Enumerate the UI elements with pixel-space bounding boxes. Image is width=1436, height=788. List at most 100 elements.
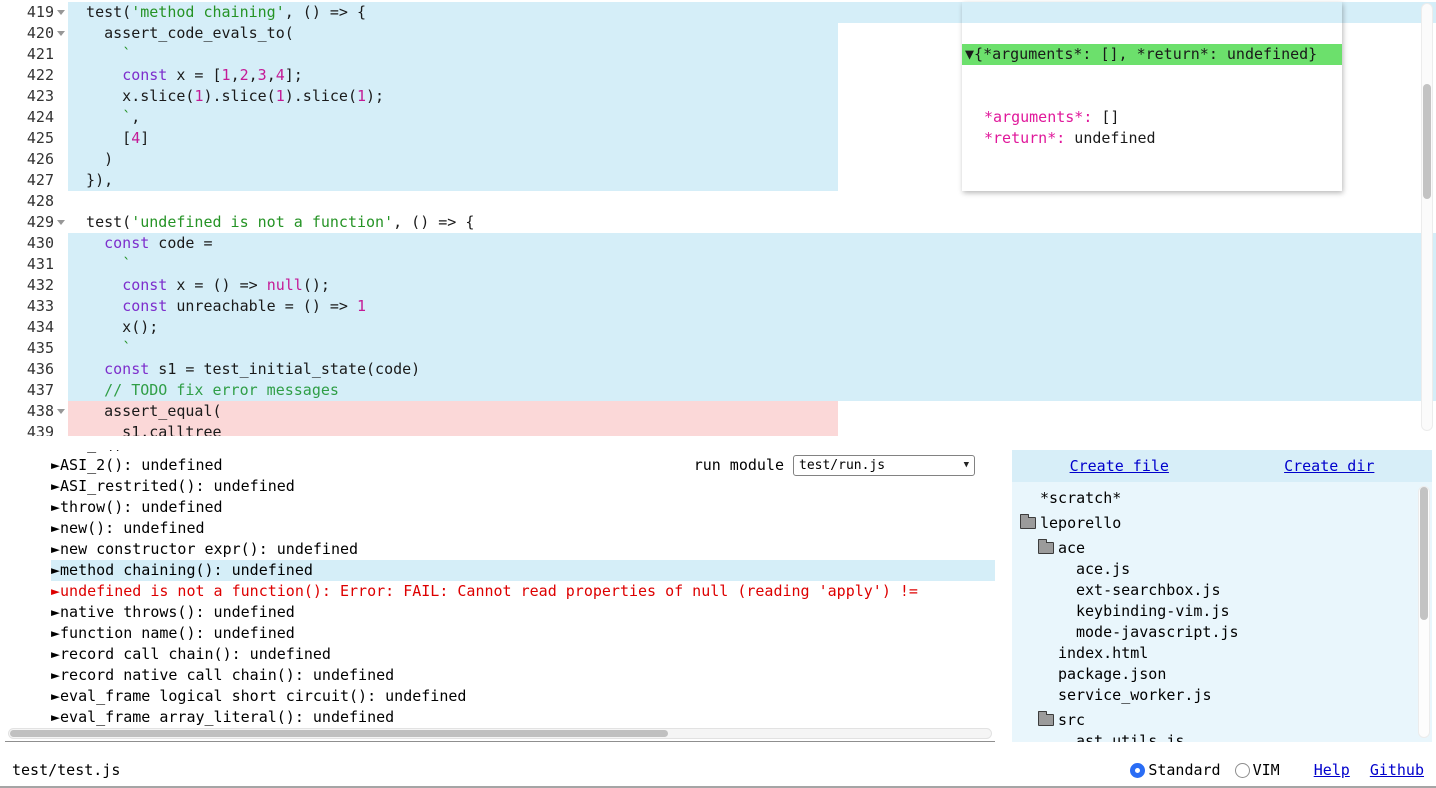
line-gutter[interactable]: 438 (0, 401, 68, 422)
code-text[interactable]: s1.calltree (68, 422, 1436, 436)
line-gutter[interactable]: 435 (0, 338, 68, 359)
console-row[interactable]: ►eval_frame logical short circuit(): und… (51, 686, 995, 707)
file-item[interactable]: index.html (1012, 643, 1432, 664)
help-link[interactable]: Help (1314, 761, 1350, 779)
editor-scrollbar-thumb[interactable] (1423, 84, 1431, 199)
expand-arrow-icon[interactable]: ► (51, 602, 60, 623)
line-gutter[interactable]: 424 (0, 107, 68, 128)
github-link[interactable]: Github (1370, 761, 1424, 779)
expand-arrow-icon[interactable]: ► (51, 686, 60, 707)
code-line[interactable]: 438 assert_equal( (0, 401, 1436, 422)
code-line[interactable]: 434 x(); (0, 317, 1436, 338)
expand-arrow-icon[interactable]: ► (51, 581, 60, 602)
code-text[interactable]: test('undefined is not a function', () =… (68, 212, 1436, 233)
code-editor[interactable]: 419 test('method chaining', () => {420 a… (0, 0, 1436, 436)
line-gutter[interactable]: 426 (0, 149, 68, 170)
expand-arrow-icon[interactable]: ► (51, 665, 60, 686)
fold-toggle[interactable] (54, 2, 68, 23)
file-item[interactable]: ast_utils.js (1012, 731, 1432, 742)
line-gutter[interactable]: 419 (0, 2, 68, 23)
line-gutter[interactable]: 431 (0, 254, 68, 275)
console-row[interactable]: ►record native call chain(): undefined (51, 665, 995, 686)
code-line[interactable]: 435 ` (0, 338, 1436, 359)
line-gutter[interactable]: 421 (0, 44, 68, 65)
line-gutter[interactable]: 430 (0, 233, 68, 254)
file-item[interactable]: package.json (1012, 664, 1432, 685)
code-text[interactable]: ` (68, 254, 1436, 275)
expand-arrow-icon[interactable]: ► (51, 623, 60, 644)
console-row[interactable]: ►eval_frame array_literal(): undefined (51, 707, 995, 728)
file-item[interactable]: *scratch* (1012, 488, 1432, 509)
line-gutter[interactable]: 436 (0, 359, 68, 380)
console-row[interactable]: ►throw(): undefined (51, 497, 995, 518)
expand-arrow-icon[interactable]: ► (51, 476, 60, 497)
line-gutter[interactable]: 429 (0, 212, 68, 233)
file-item[interactable]: service_worker.js (1012, 685, 1432, 706)
expand-arrow-icon[interactable]: ► (51, 497, 60, 518)
filetree-scrollbar-thumb[interactable] (1420, 487, 1428, 620)
expand-arrow-icon[interactable]: ► (51, 560, 60, 581)
code-text[interactable]: x(); (68, 317, 1436, 338)
expand-arrow-icon[interactable]: ► (51, 644, 60, 665)
console-row[interactable]: ►native throws(): undefined (51, 602, 995, 623)
keybinding-standard-option[interactable]: Standard (1130, 761, 1234, 779)
console-row[interactable]: ►undefined is not a function(): Error: F… (51, 581, 995, 602)
folder-item[interactable]: leporello (1012, 513, 1432, 534)
code-line[interactable]: 436 const s1 = test_initial_state(code) (0, 359, 1436, 380)
line-gutter[interactable]: 427 (0, 170, 68, 191)
code-text[interactable]: // TODO fix error messages (68, 380, 1436, 401)
expand-arrow-icon[interactable]: ► (51, 455, 60, 476)
code-line[interactable]: 432 const x = () => null(); (0, 275, 1436, 296)
line-gutter[interactable]: 432 (0, 275, 68, 296)
code-text[interactable]: const code = (68, 233, 1436, 254)
console-row[interactable]: ►ASI_restrited(): undefined (51, 476, 995, 497)
code-line[interactable]: 430 const code = (0, 233, 1436, 254)
line-gutter[interactable]: 439 (0, 422, 68, 436)
fold-toggle[interactable] (54, 212, 68, 233)
line-gutter[interactable]: 433 (0, 296, 68, 317)
value-tooltip-header[interactable]: ▼{*arguments*: [], *return*: undefined} (962, 44, 1342, 65)
console-row[interactable]: ►function name(): undefined (51, 623, 995, 644)
line-gutter[interactable]: 423 (0, 86, 68, 107)
value-tooltip[interactable]: ▼{*arguments*: [], *return*: undefined} … (962, 2, 1342, 191)
console-row[interactable]: ►new(): undefined (51, 518, 995, 539)
code-line[interactable]: 429 test('undefined is not a function', … (0, 212, 1436, 233)
folder-item[interactable]: src (1012, 710, 1432, 731)
console-row[interactable]: ►method chaining(): undefined (51, 560, 995, 581)
console-row[interactable]: ►record call chain(): undefined (51, 644, 995, 665)
module-select[interactable]: test/run.js ▼ (793, 455, 975, 476)
code-text[interactable]: assert_equal( (68, 401, 1436, 422)
folder-item[interactable]: ace (1012, 538, 1432, 559)
line-gutter[interactable]: 420 (0, 23, 68, 44)
code-text[interactable] (68, 191, 1436, 212)
code-line[interactable]: 433 const unreachable = () => 1 (0, 296, 1436, 317)
file-item[interactable]: ace.js (1012, 559, 1432, 580)
code-text[interactable]: const s1 = test_initial_state(code) (68, 359, 1436, 380)
expand-arrow-icon[interactable]: ► (51, 539, 60, 560)
create-file-link[interactable]: Create file (1070, 456, 1169, 477)
code-line[interactable]: 431 ` (0, 254, 1436, 275)
line-gutter[interactable]: 425 (0, 128, 68, 149)
console-row[interactable]: ►new constructor expr(): undefined (51, 539, 995, 560)
code-text[interactable]: const unreachable = () => 1 (68, 296, 1436, 317)
radio-vim-icon[interactable] (1235, 763, 1250, 778)
file-item[interactable]: ext-searchbox.js (1012, 580, 1432, 601)
line-gutter[interactable]: 437 (0, 380, 68, 401)
console-scrollbar-thumb[interactable] (10, 730, 668, 737)
fold-toggle[interactable] (54, 401, 68, 422)
line-gutter[interactable]: 422 (0, 65, 68, 86)
code-text[interactable]: const x = () => null(); (68, 275, 1436, 296)
code-line[interactable]: 439 s1.calltree (0, 422, 1436, 436)
code-line[interactable]: 437 // TODO fix error messages (0, 380, 1436, 401)
file-item[interactable]: mode-javascript.js (1012, 622, 1432, 643)
create-dir-link[interactable]: Create dir (1284, 456, 1374, 477)
editor-scrollbar[interactable] (1421, 3, 1433, 431)
fold-toggle[interactable] (54, 23, 68, 44)
line-gutter[interactable]: 428 (0, 191, 68, 212)
code-line[interactable]: 428 (0, 191, 1436, 212)
line-gutter[interactable]: 434 (0, 317, 68, 338)
file-item[interactable]: keybinding-vim.js (1012, 601, 1432, 622)
filetree-scrollbar[interactable] (1418, 486, 1430, 738)
radio-standard-icon[interactable] (1130, 763, 1145, 778)
expand-arrow-icon[interactable]: ► (51, 518, 60, 539)
